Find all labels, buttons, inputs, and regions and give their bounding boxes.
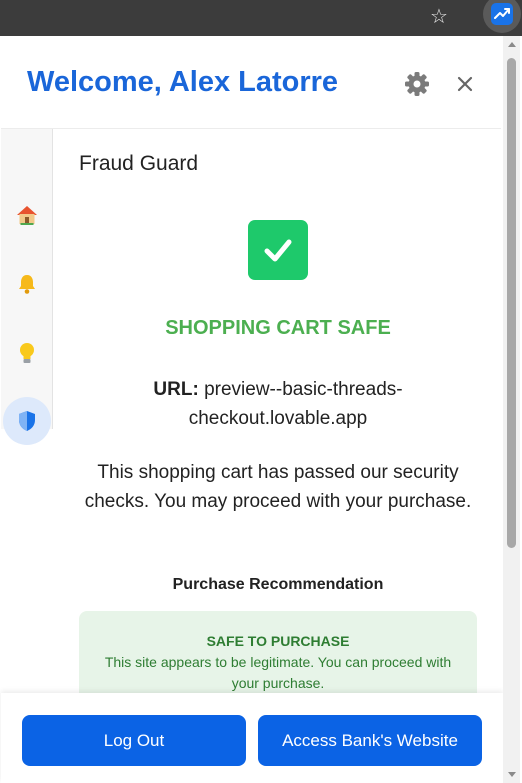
scrollbar-thumb[interactable]	[507, 58, 516, 548]
home-icon	[17, 206, 37, 225]
url-label: URL:	[153, 379, 199, 400]
extension-popup: Welcome, Alex Latorre Fraud Guard SHOPPI…	[1, 36, 520, 783]
recommendation-text: This site appears to be legitimate. You …	[104, 654, 452, 691]
shield-icon	[19, 411, 35, 431]
sidebar-item-alerts[interactable]	[3, 260, 51, 308]
star-icon[interactable]: ☆	[427, 4, 451, 28]
logout-button[interactable]: Log Out	[22, 715, 246, 766]
sidebar-item-fraud-guard[interactable]	[3, 397, 51, 445]
welcome-title: Welcome, Alex Latorre	[27, 66, 339, 98]
fraud-guard-panel: Fraud Guard SHOPPING CART SAFE URL: prev…	[53, 129, 503, 729]
access-bank-website-button[interactable]: Access Bank's Website	[258, 715, 482, 766]
url-line: URL: preview--basic-threads-checkout.lov…	[113, 375, 443, 433]
extension-button[interactable]	[482, 0, 522, 34]
scrollbar[interactable]	[503, 36, 520, 783]
recommendation-heading: Purchase Recommendation	[172, 576, 384, 593]
lightbulb-icon	[20, 343, 34, 363]
status-description: This shopping cart has passed our securi…	[84, 462, 472, 512]
section-title: Fraud Guard	[79, 152, 199, 175]
popup-footer: Log Out Access Bank's Website	[1, 693, 503, 783]
browser-toolbar: ☆	[0, 0, 522, 36]
scroll-up-arrow-icon[interactable]	[508, 42, 516, 47]
status-title: SHOPPING CART SAFE	[165, 317, 391, 339]
sidebar-item-home[interactable]	[3, 191, 51, 239]
url-value: preview--basic-threads-checkout.lovable.…	[188, 379, 403, 429]
recommendation-title: SAFE TO PURCHASE	[206, 633, 350, 649]
bell-icon	[19, 275, 35, 294]
popup-header: Welcome, Alex Latorre	[1, 36, 501, 129]
trend-chart-icon	[491, 3, 513, 25]
gear-icon[interactable]	[403, 70, 431, 98]
sidebar-item-tips[interactable]	[3, 329, 51, 377]
scroll-down-arrow-icon[interactable]	[508, 772, 516, 777]
sidebar-nav	[1, 129, 53, 445]
checkmark-icon	[248, 220, 308, 280]
close-icon[interactable]	[455, 74, 475, 94]
